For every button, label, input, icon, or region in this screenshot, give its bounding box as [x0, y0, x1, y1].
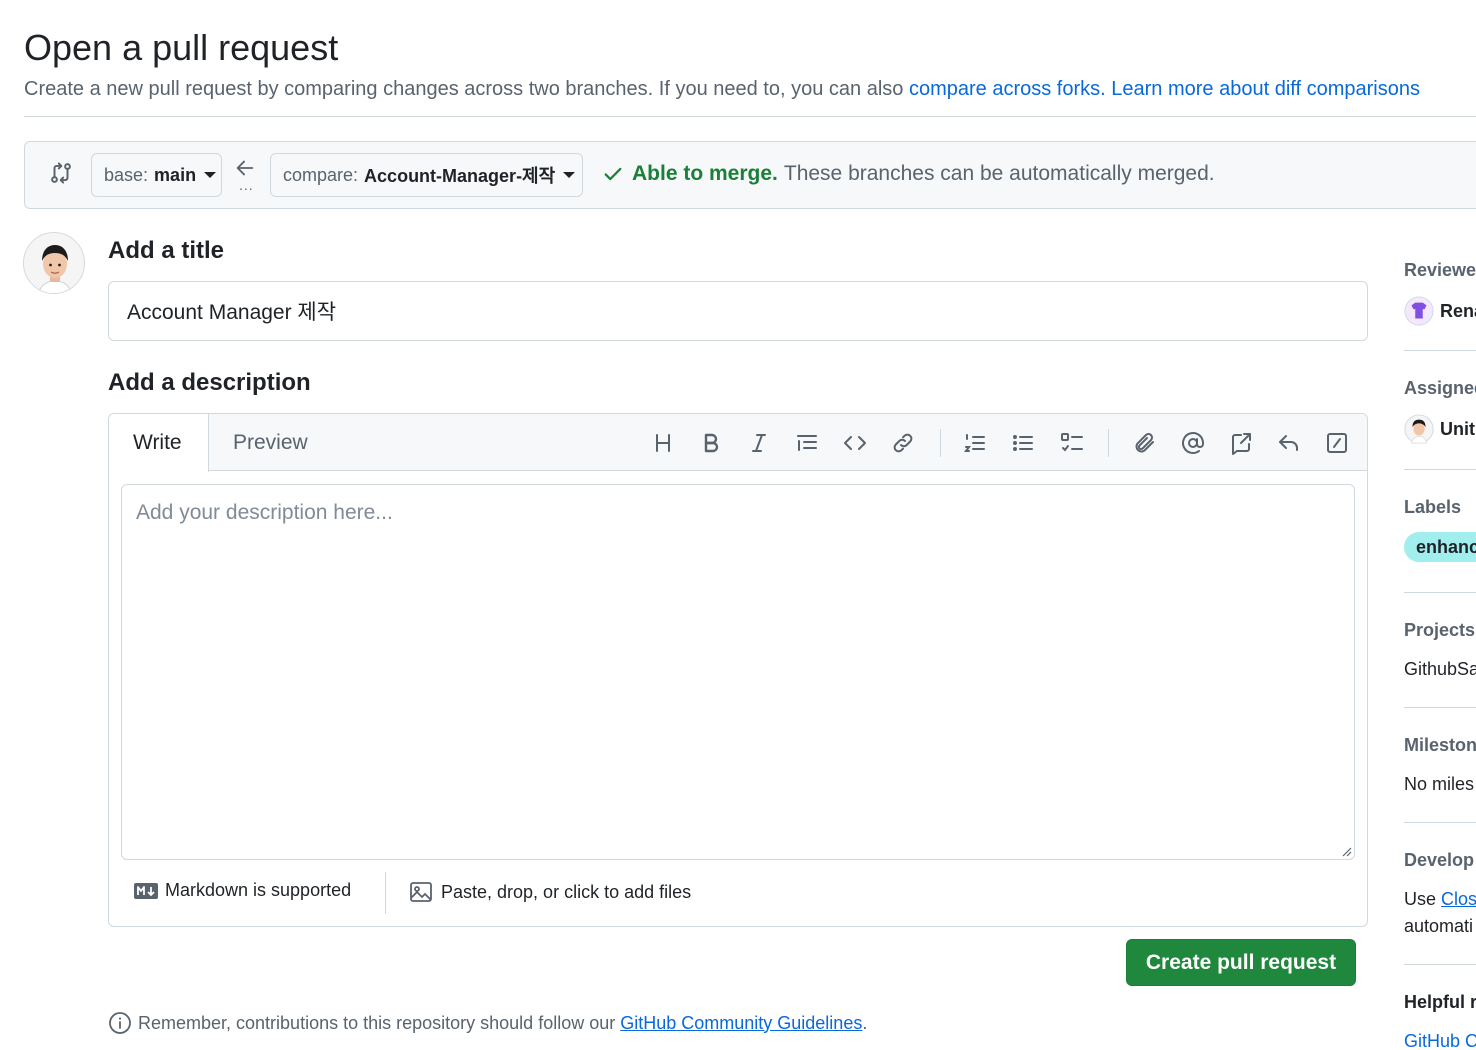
arrow-left-icon	[234, 157, 256, 179]
development-text-2: automati	[1404, 916, 1474, 936]
assignee-name: Unit	[1440, 418, 1475, 439]
link-icon[interactable]	[888, 428, 918, 458]
author-avatar[interactable]	[23, 232, 85, 294]
merge-status-label: Able to merge.	[632, 162, 778, 185]
sidebar-divider	[1404, 592, 1476, 593]
page-subtitle: Create a new pull request by comparing c…	[24, 76, 1420, 102]
heading-icon[interactable]	[648, 428, 678, 458]
tab-write[interactable]: Write	[109, 414, 209, 472]
base-branch-select[interactable]: base: main	[91, 153, 222, 197]
range-dots: ...	[239, 177, 254, 193]
description-editor: Write Preview Add your description here.…	[108, 413, 1368, 927]
development-text: Use Closi	[1404, 889, 1476, 910]
git-compare-icon	[48, 160, 74, 186]
assignee-avatar	[1404, 414, 1434, 444]
markdown-supported[interactable]: Markdown is supported	[133, 880, 351, 901]
community-guidelines-link[interactable]: GitHub Community Guidelines	[620, 1013, 862, 1034]
merge-status-message: These branches can be automatically merg…	[783, 162, 1215, 185]
title-label: Add a title	[108, 237, 225, 264]
learn-more-link[interactable]: Learn more about diff comparisons	[1111, 78, 1420, 100]
toolbar-divider	[1108, 429, 1109, 457]
reviewer-name: Rena	[1440, 300, 1476, 321]
task-list-icon[interactable]	[1057, 428, 1087, 458]
development-use: Use	[1404, 889, 1437, 909]
compare-prefix: compare:	[283, 164, 359, 185]
labels-heading[interactable]: Labels	[1404, 497, 1461, 518]
attach-files-label: Paste, drop, or click to add files	[441, 881, 692, 902]
reply-icon[interactable]	[1274, 428, 1304, 458]
description-label: Add a description	[108, 369, 311, 396]
reviewer-avatar	[1404, 296, 1434, 326]
guidelines-note: Remember, contributions to this reposito…	[108, 1011, 867, 1035]
chevron-down-icon	[204, 172, 217, 178]
resize-handle-icon[interactable]	[1340, 845, 1352, 857]
guidelines-suffix: .	[862, 1012, 868, 1033]
header-divider	[24, 116, 1476, 117]
sidebar-divider	[1404, 964, 1476, 965]
create-pull-request-button[interactable]: Create pull request	[1126, 939, 1356, 986]
italic-icon[interactable]	[744, 428, 774, 458]
milestone-heading[interactable]: Mileston	[1404, 735, 1476, 756]
reference-icon[interactable]	[1226, 428, 1256, 458]
assignee-item[interactable]: Unit	[1404, 414, 1475, 444]
sidebar-divider	[1404, 469, 1476, 470]
page-title: Open a pull request	[24, 27, 339, 68]
reviewers-heading[interactable]: Reviewer	[1404, 260, 1476, 281]
compare-forks-link[interactable]: compare across forks.	[909, 78, 1106, 100]
attach-icon[interactable]	[1130, 428, 1160, 458]
sidebar-divider	[1404, 822, 1476, 823]
description-placeholder: Add your description here...	[136, 501, 393, 524]
markdown-supported-label: Markdown is supported	[165, 880, 352, 900]
check-icon	[604, 167, 622, 181]
assignees-heading[interactable]: Assignee	[1404, 378, 1476, 399]
subtitle-text: Create a new pull request by comparing c…	[24, 78, 904, 100]
sidebar-divider	[1404, 350, 1476, 351]
unordered-list-icon[interactable]	[1008, 428, 1038, 458]
development-heading: Develop	[1404, 850, 1475, 870]
milestone-value: No miles	[1404, 774, 1475, 794]
toolbar-divider	[940, 429, 941, 457]
title-input[interactable]: Account Manager 제작	[108, 281, 1368, 341]
compare-branch-name: Account-Manager-제작	[364, 166, 556, 186]
base-branch-name: main	[154, 164, 197, 185]
info-icon	[109, 1012, 131, 1034]
tab-preview[interactable]: Preview	[209, 414, 332, 472]
quote-icon[interactable]	[792, 428, 822, 458]
mention-icon[interactable]	[1178, 428, 1208, 458]
chevron-down-icon	[563, 172, 576, 178]
compare-branch-select[interactable]: compare: Account-Manager-제작	[270, 153, 583, 197]
helpful-link[interactable]: GitHub C	[1404, 1031, 1476, 1050]
base-prefix: base:	[104, 164, 149, 185]
attach-files[interactable]: Paste, drop, or click to add files	[409, 880, 691, 904]
label-badge[interactable]: enhanc	[1404, 532, 1476, 562]
sidebar-divider	[1404, 707, 1476, 708]
image-icon	[410, 882, 432, 902]
code-icon[interactable]	[840, 428, 870, 458]
guidelines-text: Remember, contributions to this reposito…	[138, 1012, 616, 1033]
reviewer-item[interactable]: Rena	[1404, 296, 1476, 326]
bold-icon[interactable]	[696, 428, 726, 458]
sidebar: Reviewer Rena Assignee Unit Labels enhan…	[1404, 0, 1476, 1050]
markdown-icon	[134, 882, 158, 899]
helpful-heading: Helpful r	[1404, 992, 1476, 1012]
ordered-list-icon[interactable]	[960, 428, 990, 458]
description-textarea[interactable]: Add your description here...	[121, 484, 1355, 860]
merge-status: Able to merge. These branches can be aut…	[602, 162, 1215, 186]
project-name[interactable]: GithubSa	[1404, 659, 1476, 680]
footer-divider	[385, 872, 386, 914]
projects-heading[interactable]: Projects	[1404, 620, 1475, 641]
slash-command-icon[interactable]	[1322, 428, 1352, 458]
closing-keywords-link[interactable]: Closi	[1441, 889, 1476, 910]
